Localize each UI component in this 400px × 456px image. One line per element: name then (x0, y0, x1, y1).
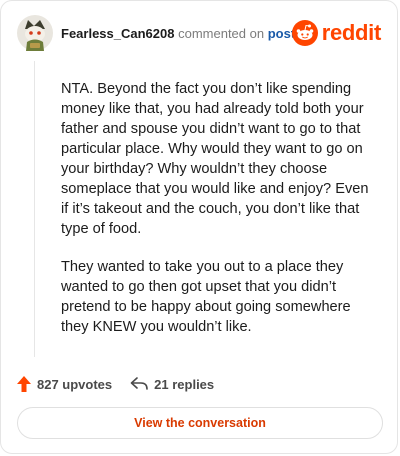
reddit-wordmark: reddit (321, 20, 382, 45)
byline: Fearless_Can6208 commented on post (61, 26, 295, 42)
comment-header: Fearless_Can6208 commented on post reddi… (17, 15, 381, 55)
username-link[interactable]: Fearless_Can6208 (61, 26, 174, 41)
snoo-avatar-icon (17, 15, 53, 51)
comment-paragraph: They wanted to take you out to a place t… (61, 259, 351, 335)
comment-body: NTA. Beyond the fact you don’t like spen… (61, 79, 379, 355)
upvote-label: 827 upvotes (37, 376, 113, 392)
upvote-arrow-icon (17, 376, 31, 392)
reddit-logo[interactable]: reddit (291, 17, 382, 49)
comment-stats: 827 upvotes 21 replies (17, 373, 214, 395)
reply-label: 21 replies (154, 376, 215, 392)
upvote-count[interactable]: 827 upvotes (17, 376, 112, 392)
action-text: commented on (174, 26, 268, 41)
comment-paragraph: NTA. Beyond the fact you don’t like spen… (61, 81, 369, 237)
thread-line (34, 61, 35, 357)
reddit-logo-icon (291, 20, 318, 46)
user-avatar[interactable] (17, 15, 53, 51)
view-conversation-button[interactable]: View the conversation (17, 407, 383, 439)
reply-count[interactable]: 21 replies (130, 377, 214, 392)
reply-arrow-icon (130, 377, 148, 390)
comment-card: Fearless_Can6208 commented on post reddi… (0, 0, 398, 454)
